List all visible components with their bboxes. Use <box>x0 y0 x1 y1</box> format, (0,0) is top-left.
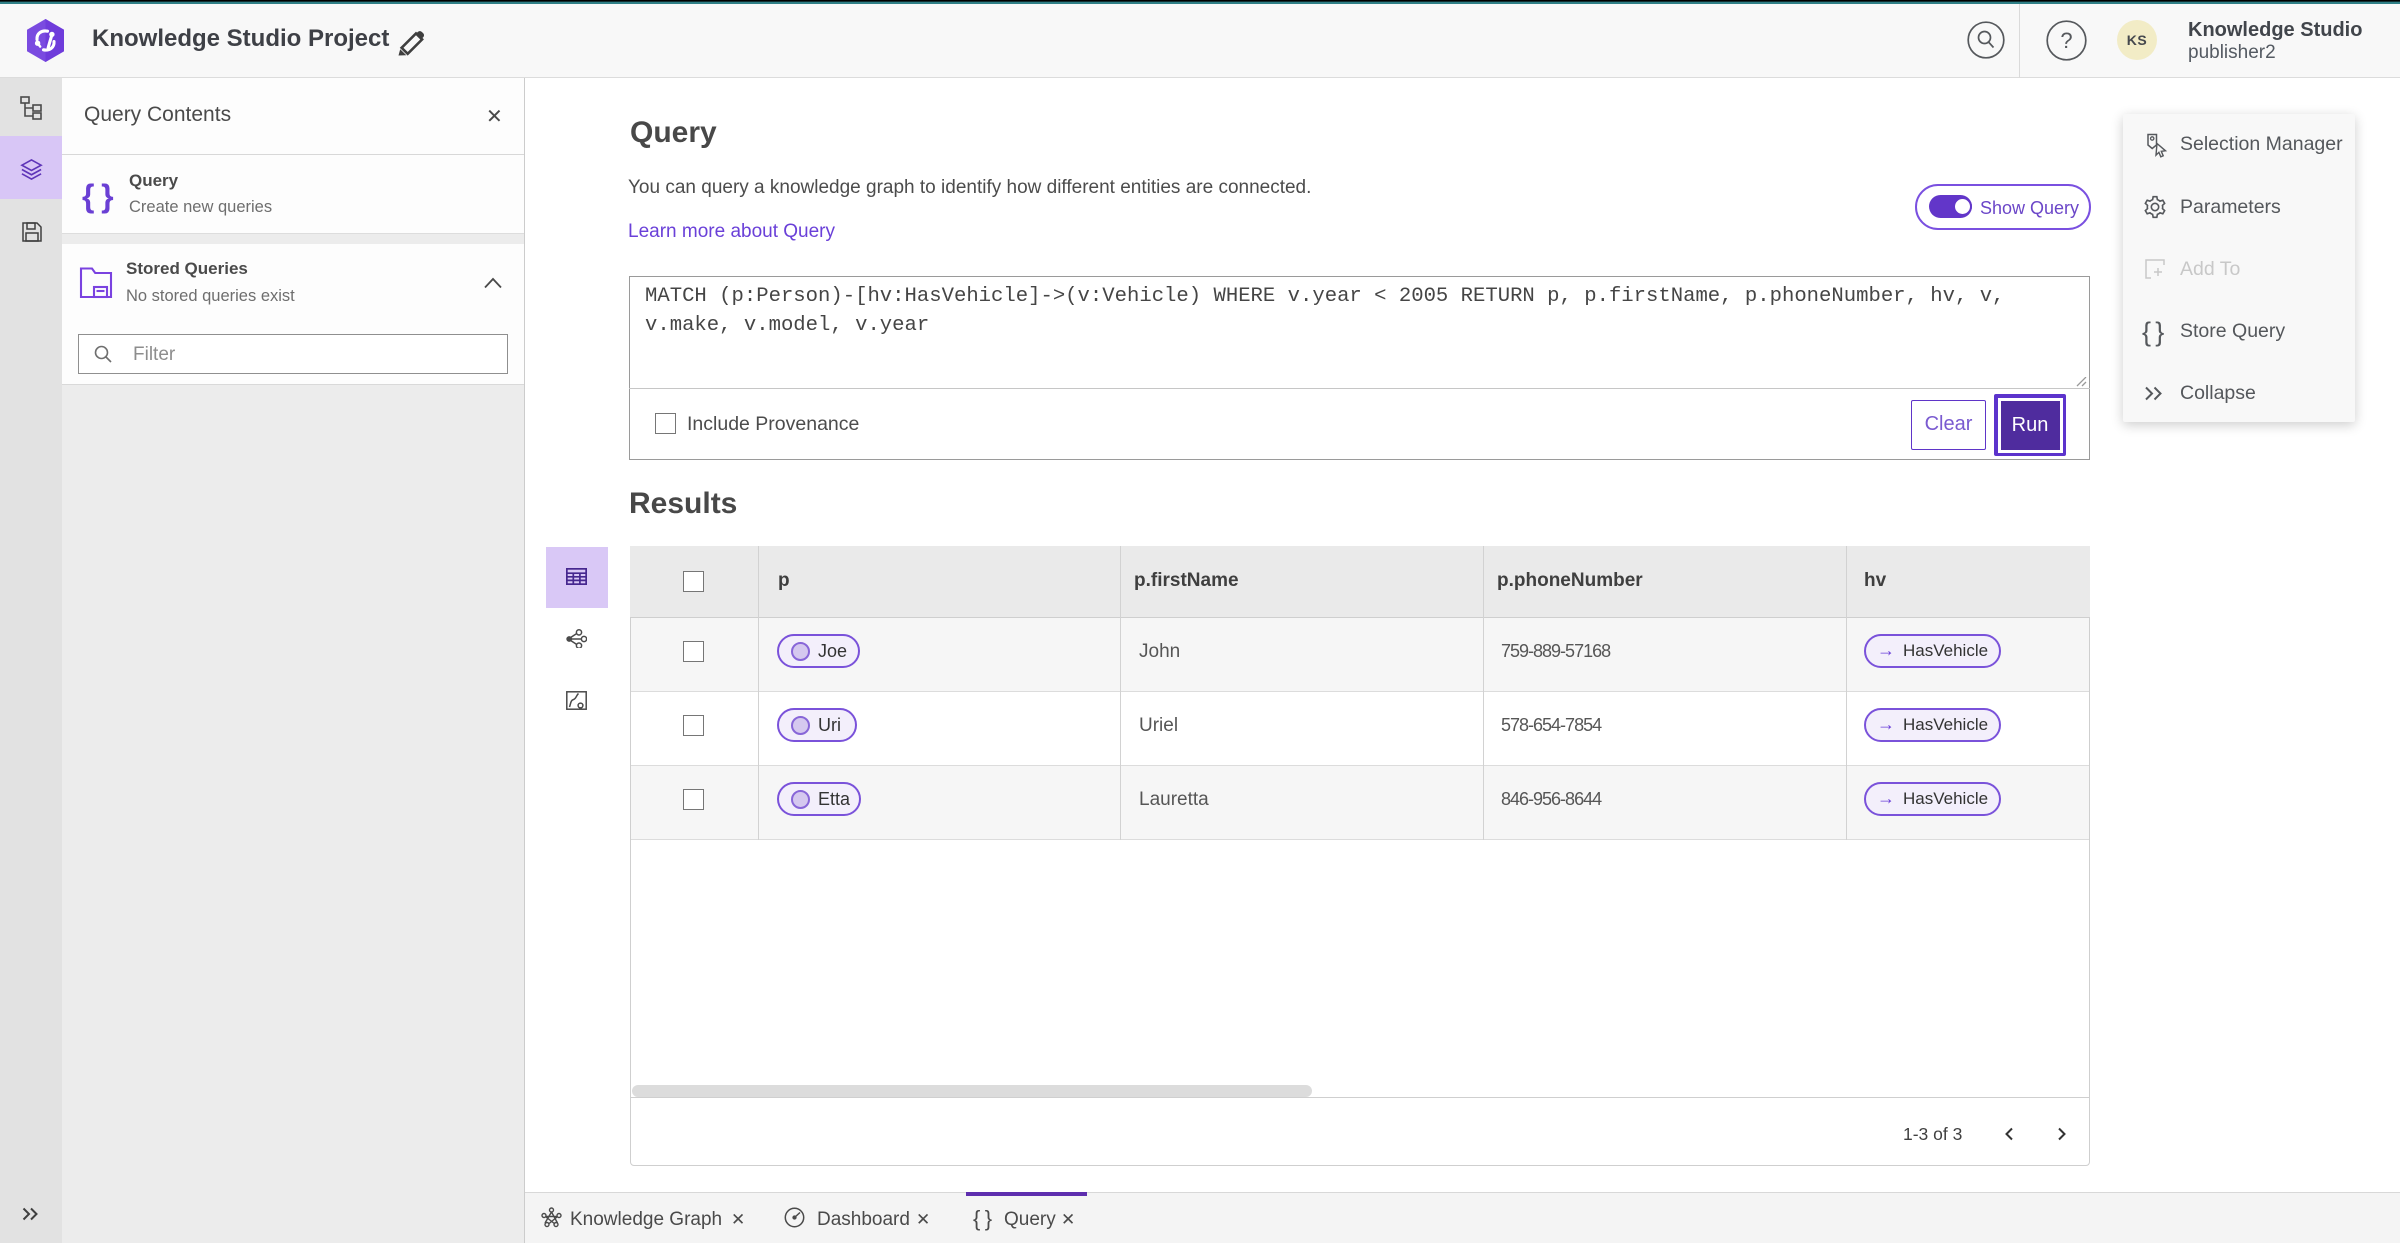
svg-text:?: ? <box>2060 28 2072 53</box>
